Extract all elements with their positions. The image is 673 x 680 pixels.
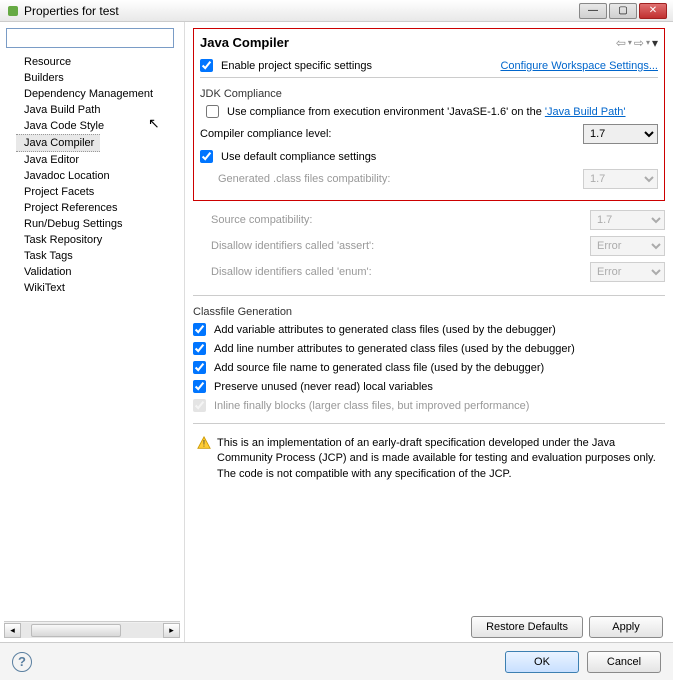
cancel-button[interactable]: Cancel xyxy=(587,651,661,673)
line-num-checkbox[interactable] xyxy=(193,342,206,355)
sidebar-item-java-code-style[interactable]: Java Code Style xyxy=(16,118,180,134)
apply-button[interactable]: Apply xyxy=(589,616,663,638)
warning-icon: ! xyxy=(197,436,211,450)
maximize-button[interactable]: ▢ xyxy=(609,3,637,19)
warning-text: This is an implementation of an early-dr… xyxy=(217,436,661,482)
enable-specific-label: Enable project specific settings xyxy=(221,60,372,72)
warning-message: ! This is an implementation of an early-… xyxy=(193,430,665,488)
ok-button[interactable]: OK xyxy=(505,651,579,673)
use-exec-env-label: Use compliance from execution environmen… xyxy=(227,106,626,118)
src-file-checkbox[interactable] xyxy=(193,361,206,374)
sidebar-item-run-debug-settings[interactable]: Run/Debug Settings xyxy=(16,216,180,232)
enable-specific-checkbox[interactable] xyxy=(200,59,213,72)
generated-class-label: Generated .class files compatibility: xyxy=(218,173,390,185)
sidebar-item-task-tags[interactable]: Task Tags xyxy=(16,248,180,264)
sidebar: ResourceBuildersDependency ManagementJav… xyxy=(0,22,185,642)
dropdown-icon[interactable]: ▾ xyxy=(646,38,650,47)
scroll-left-arrow[interactable]: ◂ xyxy=(4,623,21,638)
disallow-assert-select: Error xyxy=(590,236,665,256)
scroll-right-arrow[interactable]: ▸ xyxy=(163,623,180,638)
app-icon xyxy=(6,4,20,18)
inline-checkbox xyxy=(193,399,206,412)
scrollbar-horizontal[interactable]: ◂ ▸ xyxy=(4,621,180,638)
compliance-level-select[interactable]: 1.7 xyxy=(583,124,658,144)
sidebar-item-wikitext[interactable]: WikiText xyxy=(16,280,180,296)
generated-class-select: 1.7 xyxy=(583,169,658,189)
sidebar-item-project-facets[interactable]: Project Facets xyxy=(16,184,180,200)
sidebar-item-task-repository[interactable]: Task Repository xyxy=(16,232,180,248)
help-icon[interactable]: ? xyxy=(12,652,32,672)
source-compat-select: 1.7 xyxy=(590,210,665,230)
section-header: Java Compiler ⇦ ▾ ⇨ ▾ ▾ xyxy=(200,33,658,56)
sidebar-item-resource[interactable]: Resource xyxy=(16,54,180,70)
preserve-label: Preserve unused (never read) local varia… xyxy=(214,381,433,393)
preserve-checkbox[interactable] xyxy=(193,380,206,393)
forward-icon[interactable]: ⇨ xyxy=(634,36,644,50)
sidebar-item-java-build-path[interactable]: Java Build Path xyxy=(16,102,180,118)
sidebar-item-project-references[interactable]: Project References xyxy=(16,200,180,216)
back-icon[interactable]: ⇦ xyxy=(616,36,626,50)
scroll-thumb[interactable] xyxy=(31,624,121,637)
source-compat-label: Source compatibility: xyxy=(211,214,313,226)
svg-text:!: ! xyxy=(203,439,205,449)
disallow-assert-label: Disallow identifiers called 'assert': xyxy=(211,240,374,252)
filter-input[interactable] xyxy=(6,28,174,48)
main-panel: Java Compiler ⇦ ▾ ⇨ ▾ ▾ Enable project s… xyxy=(185,22,673,642)
src-file-label: Add source file name to generated class … xyxy=(214,362,544,374)
titlebar: Properties for test — ▢ ✕ xyxy=(0,0,673,22)
disallow-enum-label: Disallow identifiers called 'enum': xyxy=(211,266,372,278)
var-attr-label: Add variable attributes to generated cla… xyxy=(214,324,556,336)
page-title: Java Compiler xyxy=(200,35,289,50)
minimize-button[interactable]: — xyxy=(579,3,607,19)
use-default-label: Use default compliance settings xyxy=(221,151,376,163)
sidebar-item-dependency-management[interactable]: Dependency Management xyxy=(16,86,180,102)
use-exec-env-checkbox[interactable] xyxy=(206,105,219,118)
restore-defaults-button[interactable]: Restore Defaults xyxy=(471,616,583,638)
configure-workspace-link[interactable]: Configure Workspace Settings... xyxy=(500,60,658,72)
use-default-checkbox[interactable] xyxy=(200,150,213,163)
sidebar-item-javadoc-location[interactable]: Javadoc Location xyxy=(16,168,180,184)
disallow-enum-select: Error xyxy=(590,262,665,282)
dialog-footer: ? OK Cancel xyxy=(0,642,673,680)
inline-label: Inline finally blocks (larger class file… xyxy=(214,400,529,412)
java-build-path-link[interactable]: 'Java Build Path' xyxy=(545,106,626,118)
classfile-group: Classfile Generation xyxy=(193,302,665,320)
scroll-track[interactable] xyxy=(21,623,163,638)
sidebar-item-validation[interactable]: Validation xyxy=(16,264,180,280)
dropdown-icon[interactable]: ▾ xyxy=(628,38,632,47)
highlighted-region: Java Compiler ⇦ ▾ ⇨ ▾ ▾ Enable project s… xyxy=(193,28,665,201)
sidebar-item-java-compiler[interactable]: Java Compiler xyxy=(16,134,100,152)
jdk-compliance-group: JDK Compliance xyxy=(200,84,658,102)
close-button[interactable]: ✕ xyxy=(639,3,667,19)
var-attr-checkbox[interactable] xyxy=(193,323,206,336)
category-tree: ResourceBuildersDependency ManagementJav… xyxy=(4,54,180,621)
window-title: Properties for test xyxy=(24,4,119,18)
line-num-label: Add line number attributes to generated … xyxy=(214,343,575,355)
compliance-level-label: Compiler compliance level: xyxy=(200,128,331,140)
sidebar-item-builders[interactable]: Builders xyxy=(16,70,180,86)
sidebar-item-java-editor[interactable]: Java Editor xyxy=(16,152,180,168)
